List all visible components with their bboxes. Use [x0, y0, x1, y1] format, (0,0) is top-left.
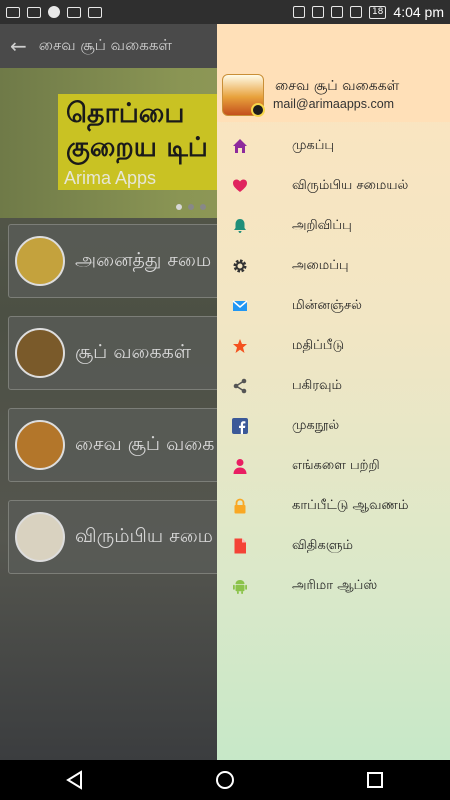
- usb-icon: [88, 6, 102, 18]
- menu-item-notifications[interactable]: அறிவிப்பு: [217, 206, 450, 246]
- menu-item-label: அமைப்பு: [292, 258, 349, 273]
- back-triangle-icon: [66, 770, 82, 790]
- bell-icon: [232, 218, 248, 234]
- recents-button[interactable]: [355, 760, 395, 800]
- category-label: அனைத்து சமை: [75, 248, 212, 271]
- battery-icon: 18: [368, 5, 387, 19]
- menu-item-label: காப்பீட்டு ஆவணம்: [292, 498, 409, 513]
- navigation-drawer: சைவ சூப் வகைகள் mail@arimaapps.com முகப்…: [217, 24, 450, 760]
- carousel-dots: [176, 204, 206, 210]
- category-card: சூப் வகைகள்: [8, 316, 248, 390]
- gallery-icon: [67, 6, 81, 18]
- wifi-icon: [311, 6, 324, 18]
- system-icons: 18 4:04 pm: [292, 4, 444, 20]
- menu-item-favorites[interactable]: விரும்பிய சமையல்: [217, 166, 450, 206]
- menu-item-label: விதிகளும்: [292, 538, 353, 553]
- menu-item-arima-apps[interactable]: அரிமா ஆப்ஸ்: [217, 566, 450, 606]
- notification-icons: [6, 6, 102, 18]
- category-card: அனைத்து சமை: [8, 224, 248, 298]
- heart-icon: [232, 178, 248, 194]
- menu-item-rate[interactable]: மதிப்பீடு: [217, 326, 450, 366]
- signal-icon: [349, 6, 362, 18]
- carousel-dot: [200, 204, 206, 210]
- menu-item-label: பகிரவும்: [292, 378, 342, 393]
- home-circle-icon: [216, 771, 234, 789]
- category-card: விரும்பிய சமை: [8, 500, 248, 574]
- carousel-dot: [188, 204, 194, 210]
- category-label: விரும்பிய சமை: [75, 524, 213, 547]
- category-label: சூப் வகைகள்: [75, 340, 191, 363]
- menu-item-label: முகநூல்: [292, 418, 340, 433]
- toolbar-title: சைவ சூப் வகைகள்: [38, 36, 172, 54]
- menu-item-email[interactable]: மின்னஞ்சல்: [217, 286, 450, 326]
- menu-item-label: அறிவிப்பு: [292, 218, 352, 233]
- category-image: [15, 512, 65, 562]
- notification-icon: [6, 6, 20, 18]
- system-nav-bar: [0, 760, 450, 800]
- app-logo: [222, 74, 265, 117]
- menu-item-about[interactable]: எங்களை பற்றி: [217, 446, 450, 486]
- drawer-header: சைவ சூப் வகைகள் mail@arimaapps.com: [217, 24, 450, 122]
- status-bar: 18 4:04 pm: [0, 0, 450, 24]
- category-card: சைவ சூப் வகை: [8, 408, 248, 482]
- menu-item-home[interactable]: முகப்பு: [217, 126, 450, 166]
- banner-line-2: குறைய டிப்: [66, 132, 208, 163]
- person-icon: [232, 458, 248, 474]
- menu-item-label: அரிமா ஆப்ஸ்: [292, 578, 378, 593]
- document-icon: [232, 538, 248, 554]
- share-icon: [232, 378, 248, 394]
- menu-item-label: முகப்பு: [292, 138, 335, 153]
- recents-square-icon: [367, 772, 383, 788]
- gear-icon: [232, 258, 248, 274]
- menu-item-label: மதிப்பீடு: [292, 338, 345, 353]
- back-arrow-icon: ←: [10, 34, 27, 58]
- banner-line-1: தொப்பை: [66, 98, 185, 129]
- menu-item-facebook[interactable]: முகநூல்: [217, 406, 450, 446]
- menu-item-settings[interactable]: அமைப்பு: [217, 246, 450, 286]
- menu-item-label: மின்னஞ்சல்: [292, 298, 362, 313]
- menu-item-label: எங்களை பற்றி: [292, 458, 380, 473]
- category-image: [15, 420, 65, 470]
- category-image: [15, 236, 65, 286]
- star-icon: [232, 338, 248, 354]
- menu-item-share[interactable]: பகிரவும்: [217, 366, 450, 406]
- home-icon: [232, 138, 248, 154]
- android-icon: [232, 578, 248, 594]
- drawer-email: mail@arimaapps.com: [273, 97, 395, 111]
- circle-icon: [48, 6, 60, 18]
- banner-subtitle: Arima Apps: [64, 168, 157, 188]
- drawer-menu: முகப்பு விரும்பிய சமையல் அறிவிப்பு அமைப்…: [217, 126, 450, 606]
- home-button[interactable]: [205, 760, 245, 800]
- menu-item-label: விரும்பிய சமையல்: [292, 178, 409, 193]
- lock-icon: [232, 498, 248, 514]
- carousel-dot: [176, 204, 182, 210]
- menu-item-terms[interactable]: விதிகளும்: [217, 526, 450, 566]
- clock: 4:04 pm: [393, 4, 444, 20]
- category-image: [15, 328, 65, 378]
- menu-item-privacy[interactable]: காப்பீட்டு ஆவணம்: [217, 486, 450, 526]
- category-label: சைவ சூப் வகை: [75, 432, 215, 455]
- image-icon: [27, 6, 41, 18]
- drawer-app-name: சைவ சூப் வகைகள்: [275, 78, 400, 94]
- back-button[interactable]: [55, 760, 95, 800]
- facebook-icon: [232, 418, 248, 434]
- vibrate-icon: [292, 6, 305, 18]
- badge-icon: [251, 103, 265, 117]
- sim-icon: [330, 6, 343, 18]
- mail-icon: [232, 298, 248, 314]
